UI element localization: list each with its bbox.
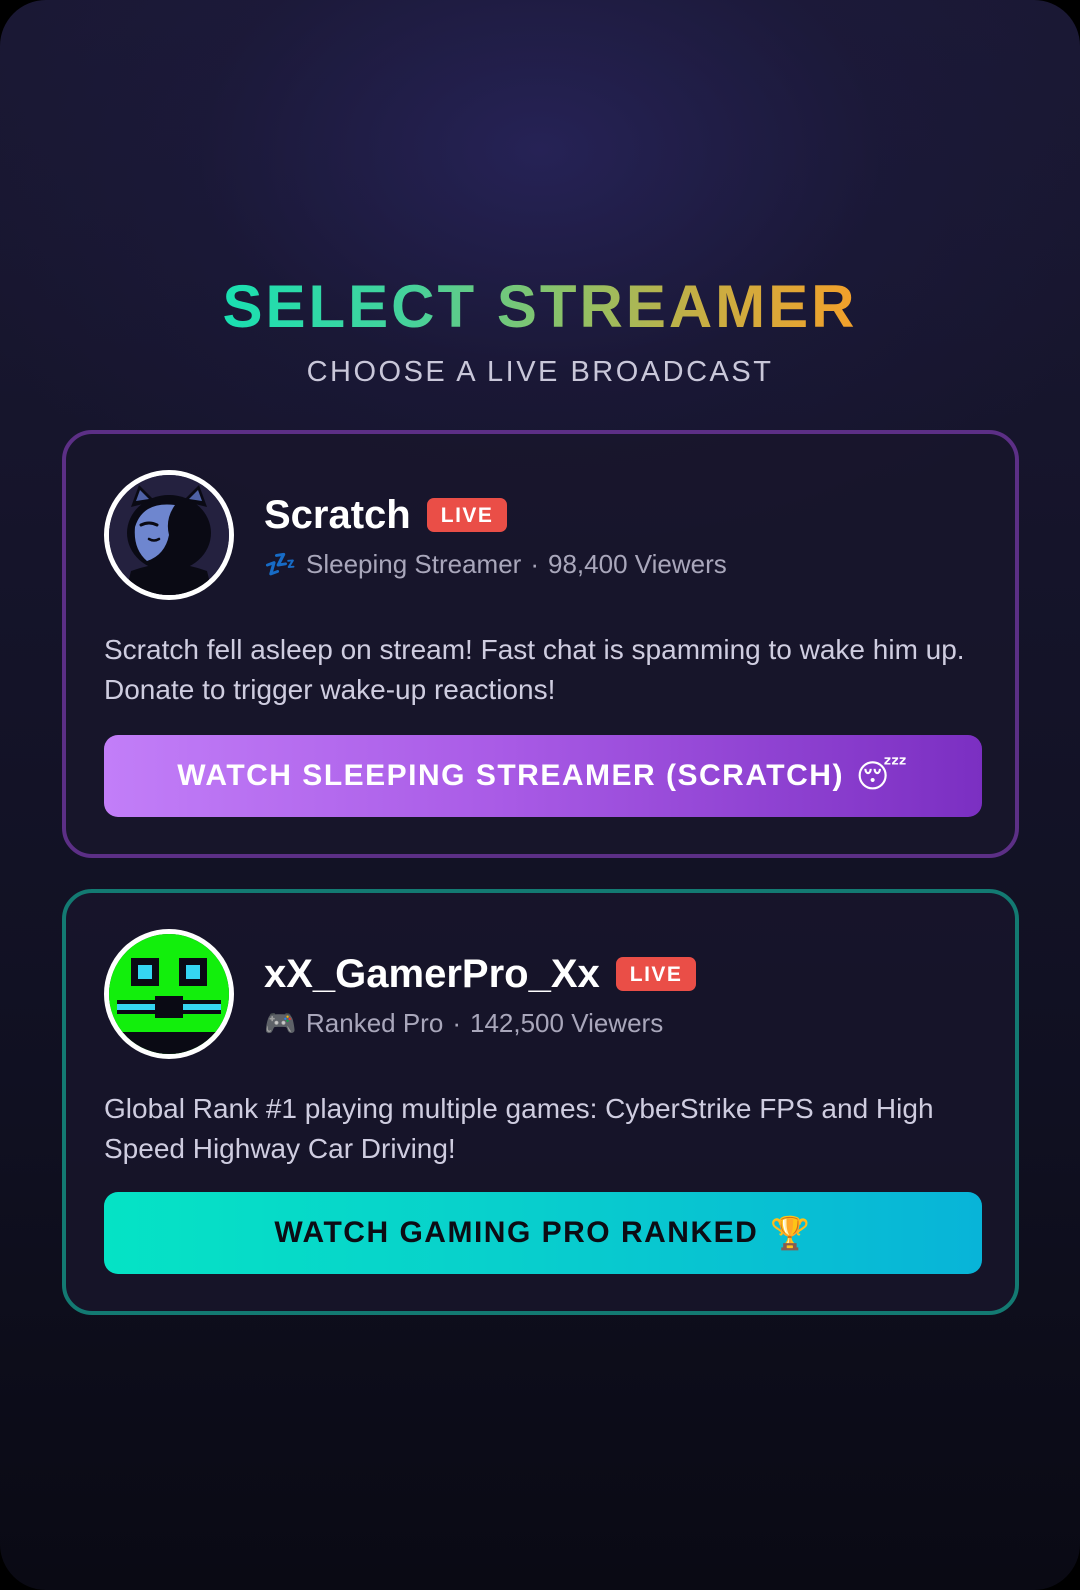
meta-separator: ·	[452, 1007, 461, 1038]
watch-scratch-button[interactable]: WATCH SLEEPING STREAMER (SCRATCH) 😴	[104, 735, 982, 817]
avatar-scratch	[104, 470, 234, 600]
viewer-count: 142,500 Viewers	[469, 1007, 664, 1038]
streamer-card-scratch[interactable]: Scratch LIVE 💤 Sleeping Streamer · 98,40…	[62, 430, 1019, 858]
streamer-card-gamerpro[interactable]: xX_GamerPro_Xx LIVE 🎮 Ranked Pro · 142,5…	[62, 889, 1019, 1315]
streamer-title-row: xX_GamerPro_Xx LIVE	[264, 951, 697, 997]
streamer-description: Global Rank #1 playing multiple games: C…	[104, 1093, 934, 1164]
page-title: SELECT STREAMER	[222, 273, 858, 340]
watch-button-label: WATCH SLEEPING STREAMER (SCRATCH)	[177, 759, 844, 792]
robot-face-avatar-icon	[109, 934, 229, 1054]
trophy-icon: 🏆	[770, 1215, 812, 1251]
avatar-gamerpro	[104, 929, 234, 1059]
gamepad-icon: 🎮	[264, 1007, 297, 1038]
streamer-name: Scratch	[264, 493, 411, 537]
live-badge: LIVE	[426, 498, 508, 532]
zzz-icon: 💤	[264, 548, 297, 579]
streamer-category: Sleeping Streamer	[306, 548, 522, 579]
streamer-title-row: Scratch LIVE	[264, 492, 508, 538]
streamer-description: Scratch fell asleep on stream! Fast chat…	[104, 634, 965, 705]
watch-button-label: WATCH GAMING PRO RANKED	[274, 1216, 759, 1249]
app-screen: SELECT STREAMER CHOOSE A LIVE BROADCAST …	[0, 0, 1080, 1590]
sleeping-face-icon: 😴	[855, 758, 909, 794]
meta-separator: ·	[530, 548, 540, 579]
streamer-category: Ranked Pro	[306, 1007, 444, 1038]
viewer-count: 98,400 Viewers	[548, 548, 727, 579]
streamer-name: xX_GamerPro_Xx	[264, 952, 600, 996]
sleeping-cat-avatar-icon	[109, 475, 229, 595]
header: SELECT STREAMER CHOOSE A LIVE BROADCAST	[0, 272, 1080, 390]
page-subtitle: CHOOSE A LIVE BROADCAST	[306, 356, 774, 388]
streamer-meta: 💤 Sleeping Streamer · 98,400 Viewers	[264, 546, 727, 582]
streamer-meta: 🎮 Ranked Pro · 142,500 Viewers	[264, 1005, 663, 1041]
live-badge: LIVE	[615, 957, 697, 991]
watch-gamerpro-button[interactable]: WATCH GAMING PRO RANKED 🏆	[104, 1192, 982, 1274]
